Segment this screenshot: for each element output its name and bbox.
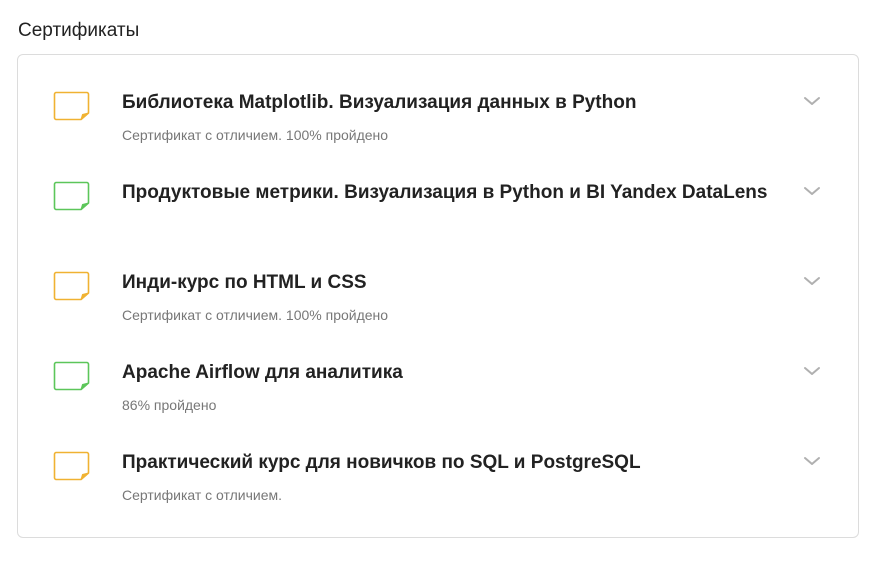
chevron-down-icon[interactable] bbox=[803, 364, 821, 378]
certificate-item-2[interactable]: Продуктовые метрики. Визуализация в Pyth… bbox=[18, 179, 858, 269]
certificate-green-icon bbox=[53, 181, 90, 211]
certificates-list: Библиотека Matplotlib. Визуализация данн… bbox=[18, 89, 858, 539]
certificate-orange-icon bbox=[53, 451, 90, 481]
certificate-status: Сертификат с отличием. bbox=[122, 487, 283, 503]
certificate-item-3[interactable]: Инди-курс по HTML и CSS Сертификат с отл… bbox=[18, 269, 858, 359]
certificate-title: Практический курс для новичков по SQL и … bbox=[122, 452, 641, 473]
chevron-down-icon[interactable] bbox=[803, 94, 821, 108]
certificate-item-4[interactable]: Apache Airflow для аналитика 86% пройден… bbox=[18, 359, 858, 449]
certificates-card: Библиотека Matplotlib. Визуализация данн… bbox=[17, 54, 859, 538]
certificate-title: Продуктовые метрики. Визуализация в Pyth… bbox=[122, 182, 768, 203]
certificate-status: Сертификат с отличием. 100% пройдено bbox=[122, 307, 389, 323]
certificate-status: Сертификат с отличием. 100% пройдено bbox=[122, 127, 389, 143]
certificate-status: 86% пройдено bbox=[122, 397, 217, 413]
certificate-title: Инди-курс по HTML и CSS bbox=[122, 272, 367, 293]
certificate-green-icon bbox=[53, 361, 90, 391]
chevron-down-icon[interactable] bbox=[803, 184, 821, 198]
certificate-item-1[interactable]: Библиотека Matplotlib. Визуализация данн… bbox=[18, 89, 858, 179]
certificate-title: Библиотека Matplotlib. Визуализация данн… bbox=[122, 92, 637, 113]
certificate-item-5[interactable]: Практический курс для новичков по SQL и … bbox=[18, 449, 858, 539]
chevron-down-icon[interactable] bbox=[803, 274, 821, 288]
section-title: Сертификаты bbox=[18, 20, 140, 41]
certificate-title: Apache Airflow для аналитика bbox=[122, 362, 403, 383]
certificate-orange-icon bbox=[53, 91, 90, 121]
certificate-orange-icon bbox=[53, 271, 90, 301]
chevron-down-icon[interactable] bbox=[803, 454, 821, 468]
